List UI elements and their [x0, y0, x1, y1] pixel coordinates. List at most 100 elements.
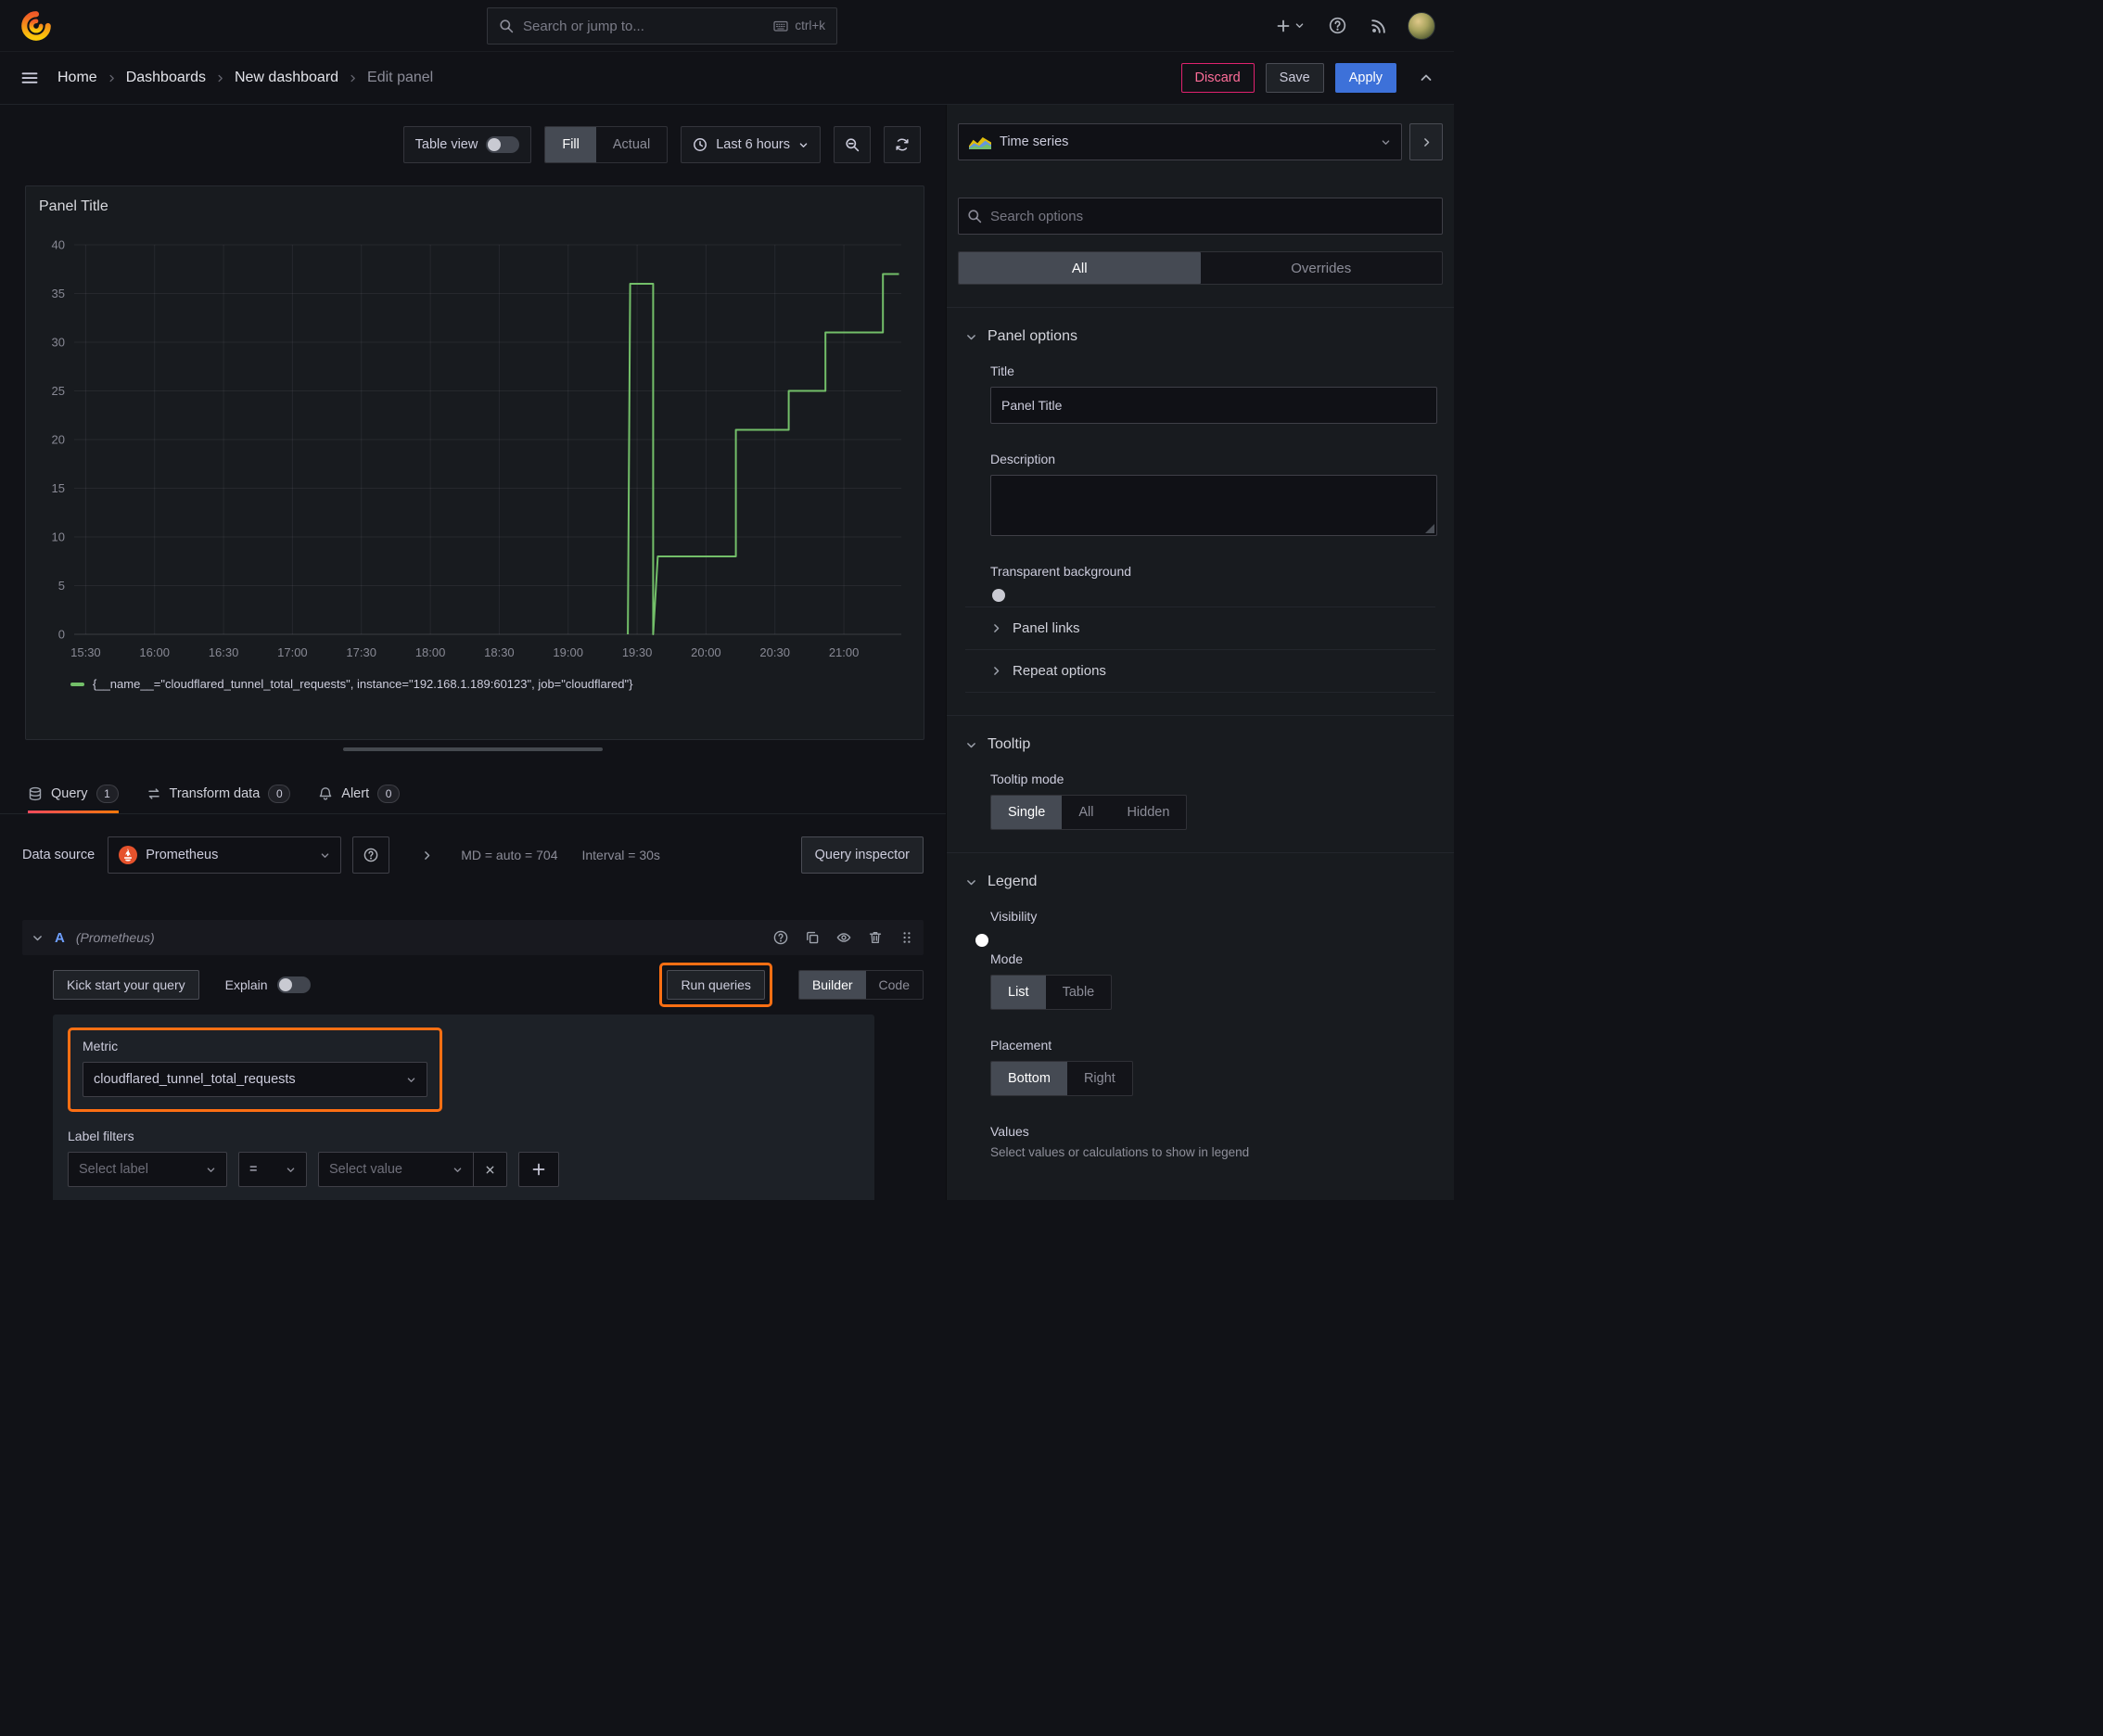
- tab-alert[interactable]: Alert 0: [318, 773, 401, 813]
- time-range-picker[interactable]: Last 6 hours: [681, 126, 821, 163]
- fill-option[interactable]: Fill: [545, 127, 596, 162]
- panel-view-toolbar: Table view Fill Actual Last 6 hours: [0, 126, 921, 163]
- query-inspector-button[interactable]: Query inspector: [800, 836, 924, 874]
- grafana-logo-icon[interactable]: [20, 10, 52, 42]
- breadcrumb-item-home[interactable]: Home: [57, 70, 97, 86]
- datasource-help-button[interactable]: [352, 836, 390, 874]
- svg-text:16:30: 16:30: [209, 645, 239, 659]
- refresh-button[interactable]: [884, 126, 921, 163]
- legend-header[interactable]: Legend: [965, 874, 1435, 890]
- tab-query[interactable]: Query 1: [28, 773, 119, 813]
- chevron-down-icon: [1382, 139, 1390, 145]
- zoom-out-button[interactable]: [834, 126, 871, 163]
- zoom-out-icon: [846, 138, 860, 152]
- duplicate-icon[interactable]: [805, 930, 820, 945]
- select-label-dropdown[interactable]: Select label: [68, 1152, 227, 1187]
- metric-label: Metric: [83, 1039, 119, 1053]
- svg-text:18:30: 18:30: [484, 645, 515, 659]
- panel-edit-area: Table view Fill Actual Last 6 hours Pane…: [0, 105, 946, 1200]
- close-icon: [486, 1166, 494, 1173]
- tab-all[interactable]: All: [959, 252, 1201, 284]
- eye-icon[interactable]: [836, 930, 851, 945]
- repeat-options-category[interactable]: Repeat options: [965, 650, 1435, 693]
- clock-icon: [694, 138, 707, 151]
- drag-handle-icon[interactable]: [899, 930, 914, 945]
- explain-switch[interactable]: [276, 976, 311, 993]
- remove-filter-button[interactable]: [474, 1152, 507, 1187]
- query-datasource-hint: (Prometheus): [75, 930, 155, 945]
- actual-option[interactable]: Actual: [596, 127, 667, 162]
- legend-placement-bottom[interactable]: Bottom: [991, 1062, 1067, 1095]
- breadcrumb-item-dashboards[interactable]: Dashboards: [126, 70, 206, 86]
- code-mode-option[interactable]: Code: [866, 971, 923, 999]
- new-menu-button[interactable]: [1272, 11, 1308, 41]
- description-textarea[interactable]: [990, 475, 1437, 536]
- pane-resize-handle[interactable]: [0, 740, 946, 759]
- help-button[interactable]: [1325, 11, 1350, 41]
- datasource-picker[interactable]: Prometheus: [108, 836, 342, 874]
- tooltip-header[interactable]: Tooltip: [965, 736, 1435, 753]
- operator-dropdown[interactable]: =: [238, 1152, 307, 1187]
- row-help-icon[interactable]: [773, 930, 788, 945]
- breadcrumb-item-new-dashboard[interactable]: New dashboard: [235, 70, 338, 86]
- query-row-header[interactable]: A (Prometheus): [22, 920, 924, 955]
- panel-title-input[interactable]: [990, 387, 1437, 424]
- visualization-picker[interactable]: Time series: [958, 123, 1402, 160]
- chevron-down-icon[interactable]: [32, 932, 44, 944]
- chevron-down-icon: [453, 1167, 462, 1172]
- builder-mode-option[interactable]: Builder: [798, 971, 866, 999]
- legend-section: Legend Visibility Mode List Table Placem…: [947, 852, 1454, 1159]
- save-button[interactable]: Save: [1265, 63, 1324, 93]
- svg-text:20:00: 20:00: [691, 645, 721, 659]
- search-bar[interactable]: ctrl+k: [487, 6, 837, 45]
- panel-links-category[interactable]: Panel links: [965, 607, 1435, 650]
- chevron-right-icon: [1423, 137, 1429, 147]
- mega-menu-toggle[interactable]: [15, 63, 45, 93]
- trash-icon[interactable]: [868, 930, 883, 945]
- query-ref-id[interactable]: A: [55, 930, 65, 946]
- metric-highlight: Metric cloudflared_tunnel_total_requests: [68, 1028, 442, 1112]
- tab-overrides[interactable]: Overrides: [1201, 252, 1443, 284]
- svg-text:30: 30: [52, 336, 65, 350]
- legend-placement-label: Placement: [990, 1038, 1052, 1053]
- chevron-down-icon: [207, 1167, 215, 1172]
- table-view-switch[interactable]: [486, 136, 520, 153]
- tooltip-mode-all[interactable]: All: [1062, 796, 1110, 829]
- kick-start-button[interactable]: Kick start your query: [53, 970, 199, 1000]
- panel-title: Panel Title: [39, 198, 108, 214]
- timeseries-chart[interactable]: 0 5 10 15 20 25 30 35 40 15:30 16:00 16:30 17:00 17:3…: [35, 232, 912, 677]
- title-label: Title: [990, 364, 1014, 378]
- query-options-toggle[interactable]: [417, 846, 437, 865]
- options-pane-collapse-button[interactable]: [1409, 123, 1443, 160]
- user-avatar[interactable]: [1408, 11, 1435, 40]
- legend-mode-list[interactable]: List: [991, 976, 1046, 1009]
- chevron-down-icon: [967, 742, 975, 747]
- legend-placement-right[interactable]: Right: [1067, 1062, 1132, 1095]
- add-filter-button[interactable]: [518, 1152, 559, 1187]
- search-shortcut: ctrl+k: [773, 19, 825, 33]
- select-value-dropdown[interactable]: Select value: [318, 1152, 474, 1187]
- tab-transform-data[interactable]: Transform data 0: [147, 773, 291, 813]
- discard-button[interactable]: Discard: [1180, 63, 1255, 93]
- legend-mode-label: Mode: [990, 951, 1024, 966]
- svg-text:5: 5: [58, 579, 65, 593]
- metric-select[interactable]: cloudflared_tunnel_total_requests: [83, 1062, 427, 1097]
- timeseries-viz-icon: [969, 136, 991, 149]
- panel-options-header[interactable]: Panel options: [965, 328, 1435, 345]
- apply-button[interactable]: Apply: [1334, 63, 1396, 93]
- search-input[interactable]: [523, 18, 765, 33]
- tooltip-mode-hidden[interactable]: Hidden: [1110, 796, 1186, 829]
- tooltip-mode-single[interactable]: Single: [991, 796, 1063, 829]
- legend-label[interactable]: {__name__="cloudflared_tunnel_total_requ…: [93, 677, 632, 691]
- chevron-down-icon: [321, 852, 329, 858]
- resize-grip-bar: [343, 747, 603, 751]
- hamburger-icon: [21, 72, 38, 83]
- options-search-input[interactable]: [958, 198, 1443, 235]
- legend-mode-table[interactable]: Table: [1046, 976, 1112, 1009]
- svg-text:40: 40: [52, 238, 65, 252]
- run-queries-button[interactable]: Run queries: [667, 970, 765, 1000]
- legend-values-help: Select values or calculations to show in…: [990, 1145, 1250, 1159]
- news-button[interactable]: [1367, 11, 1391, 41]
- svg-text:16:00: 16:00: [139, 645, 170, 659]
- collapse-toolbar-button[interactable]: [1413, 65, 1439, 91]
